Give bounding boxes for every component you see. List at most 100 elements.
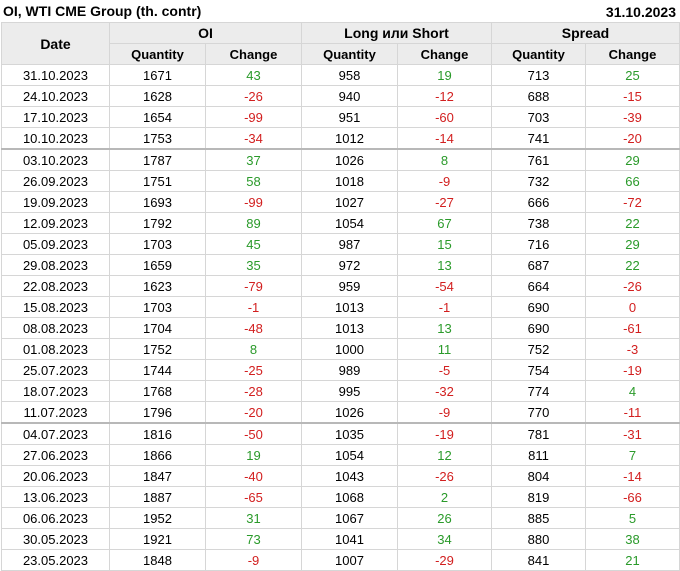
long-short-quantity-cell: 972	[301, 254, 398, 276]
long-short-change-cell: -54	[397, 275, 492, 297]
oi-change-cell: 8	[205, 338, 302, 360]
oi-quantity-cell: 1703	[109, 233, 206, 255]
long-short-quantity-cell: 1027	[301, 191, 398, 213]
table-row: 03.10.2023 1787 37 1026 8 761 29	[1, 148, 680, 171]
oi-quantity-cell: 1796	[109, 401, 206, 424]
long-short-quantity-cell: 1026	[301, 148, 398, 171]
oi-quantity-cell: 1654	[109, 106, 206, 128]
spread-change-cell: 21	[585, 549, 680, 571]
long-short-quantity-cell: 951	[301, 106, 398, 128]
oi-change-cell: -65	[205, 486, 302, 508]
long-short-quantity-cell: 1026	[301, 401, 398, 424]
spread-quantity-cell: 666	[491, 191, 586, 213]
table-row: 18.07.2023 1768 -28 995 -32 774 4	[1, 380, 680, 402]
long-short-change-cell: 12	[397, 444, 492, 466]
table-row: 06.06.2023 1952 31 1067 26 885 5	[1, 507, 680, 529]
spread-quantity-header: Quantity	[491, 43, 586, 65]
long-short-quantity-cell: 987	[301, 233, 398, 255]
table-row: 11.07.2023 1796 -20 1026 -9 770 -11	[1, 401, 680, 424]
table-row: 31.10.2023 1671 43 958 19 713 25	[1, 64, 680, 86]
oi-quantity-cell: 1921	[109, 528, 206, 550]
oi-quantity-cell: 1659	[109, 254, 206, 276]
date-cell: 26.09.2023	[1, 170, 110, 192]
oi-change-cell: -25	[205, 359, 302, 381]
oi-change-cell: 89	[205, 212, 302, 234]
table-row: 04.07.2023 1816 -50 1035 -19 781 -31	[1, 422, 680, 445]
long-short-quantity-cell: 1054	[301, 444, 398, 466]
header-row-groups: Date OI Long или Short Spread	[1, 22, 680, 65]
table-row: 26.09.2023 1751 58 1018 -9 732 66	[1, 170, 680, 192]
table-row: 22.08.2023 1623 -79 959 -54 664 -26	[1, 275, 680, 297]
long-short-quantity-cell: 1000	[301, 338, 398, 360]
spread-quantity-cell: 754	[491, 359, 586, 381]
long-short-change-cell: 8	[397, 148, 492, 171]
long-short-quantity-cell: 1013	[301, 296, 398, 318]
oi-quantity-cell: 1693	[109, 191, 206, 213]
long-short-change-cell: 2	[397, 486, 492, 508]
oi-table: Date OI Long или Short Spread Quantity C…	[1, 22, 680, 571]
date-cell: 01.08.2023	[1, 338, 110, 360]
long-short-change-cell: -12	[397, 85, 492, 107]
long-short-quantity-cell: 958	[301, 64, 398, 86]
spread-change-cell: -20	[585, 127, 680, 150]
oi-change-cell: -40	[205, 465, 302, 487]
spread-change-cell: -61	[585, 317, 680, 339]
date-cell: 31.10.2023	[1, 64, 110, 86]
spread-change-cell: 25	[585, 64, 680, 86]
oi-quantity-cell: 1768	[109, 380, 206, 402]
spread-change-cell: 22	[585, 254, 680, 276]
oi-change-cell: -26	[205, 85, 302, 107]
table-row: 29.08.2023 1659 35 972 13 687 22	[1, 254, 680, 276]
oi-change-cell: -99	[205, 191, 302, 213]
oi-change-cell: -34	[205, 127, 302, 150]
table-row: 10.10.2023 1753 -34 1012 -14 741 -20	[1, 127, 680, 150]
long-short-quantity-header: Quantity	[301, 43, 398, 65]
spread-change-cell: -26	[585, 275, 680, 297]
spread-quantity-cell: 741	[491, 127, 586, 150]
spread-quantity-cell: 841	[491, 549, 586, 571]
long-short-quantity-cell: 1013	[301, 317, 398, 339]
spread-change-header: Change	[585, 43, 680, 65]
date-cell: 15.08.2023	[1, 296, 110, 318]
oi-quantity-cell: 1847	[109, 465, 206, 487]
table-row: 05.09.2023 1703 45 987 15 716 29	[1, 233, 680, 255]
long-short-change-cell: 67	[397, 212, 492, 234]
table-row: 01.08.2023 1752 8 1000 11 752 -3	[1, 338, 680, 360]
table-row: 20.06.2023 1847 -40 1043 -26 804 -14	[1, 465, 680, 487]
oi-change-cell: -20	[205, 401, 302, 424]
spread-change-cell: 29	[585, 148, 680, 171]
date-cell: 24.10.2023	[1, 85, 110, 107]
oi-quantity-cell: 1671	[109, 64, 206, 86]
spread-quantity-cell: 781	[491, 422, 586, 445]
spread-change-cell: -39	[585, 106, 680, 128]
long-short-quantity-cell: 1035	[301, 422, 398, 445]
spread-change-cell: -72	[585, 191, 680, 213]
oi-change-header: Change	[205, 43, 302, 65]
table-row: 27.06.2023 1866 19 1054 12 811 7	[1, 444, 680, 466]
long-short-quantity-cell: 1041	[301, 528, 398, 550]
oi-change-cell: 35	[205, 254, 302, 276]
oi-quantity-cell: 1816	[109, 422, 206, 445]
oi-change-cell: -50	[205, 422, 302, 445]
long-short-change-cell: -29	[397, 549, 492, 571]
long-short-quantity-cell: 995	[301, 380, 398, 402]
oi-quantity-header: Quantity	[109, 43, 206, 65]
oi-change-cell: -79	[205, 275, 302, 297]
spread-quantity-cell: 732	[491, 170, 586, 192]
long-short-change-cell: 13	[397, 254, 492, 276]
date-cell: 30.05.2023	[1, 528, 110, 550]
date-cell: 12.09.2023	[1, 212, 110, 234]
date-cell: 03.10.2023	[1, 148, 110, 171]
long-short-quantity-cell: 940	[301, 85, 398, 107]
long-short-change-cell: 26	[397, 507, 492, 529]
date-cell: 17.10.2023	[1, 106, 110, 128]
spread-quantity-cell: 770	[491, 401, 586, 424]
date-cell: 20.06.2023	[1, 465, 110, 487]
oi-quantity-cell: 1752	[109, 338, 206, 360]
date-cell: 18.07.2023	[1, 380, 110, 402]
oi-quantity-cell: 1744	[109, 359, 206, 381]
oi-quantity-cell: 1952	[109, 507, 206, 529]
oi-quantity-cell: 1887	[109, 486, 206, 508]
spread-quantity-cell: 703	[491, 106, 586, 128]
spread-change-cell: -15	[585, 85, 680, 107]
